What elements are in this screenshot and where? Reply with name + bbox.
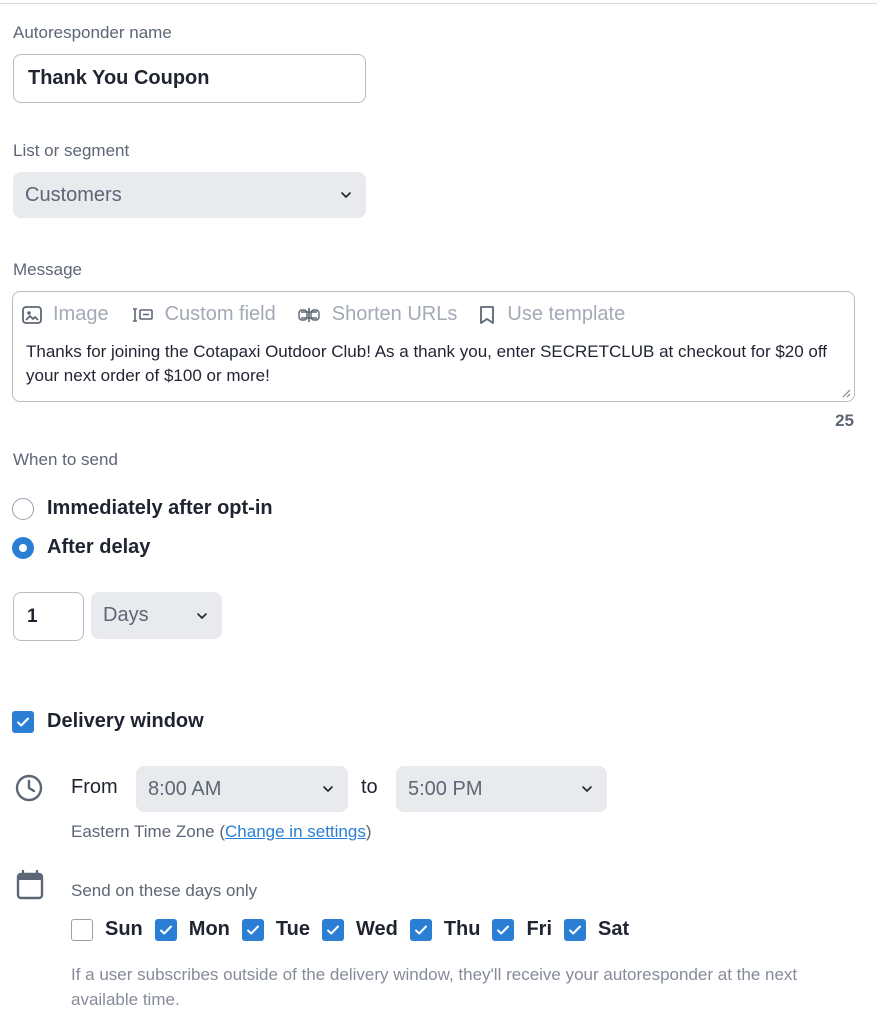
- check-icon: [17, 717, 29, 726]
- list-segment-value: Customers: [25, 183, 122, 206]
- timezone-suffix: ): [365, 822, 372, 841]
- character-count: 25: [835, 411, 854, 430]
- day-thu-label: Thu: [443, 918, 481, 940]
- use-template-button[interactable]: Use template: [477, 303, 625, 326]
- day-tue-label: Tue: [275, 918, 310, 940]
- delay-value: 1: [27, 605, 38, 627]
- radio-after-delay-label: After delay: [47, 536, 151, 558]
- delay-unit-value: Days: [103, 604, 149, 626]
- day-sun[interactable]: Sun: [71, 918, 143, 941]
- list-segment-select[interactable]: Customers: [13, 172, 366, 218]
- shorten-urls-button[interactable]: Shorten URLs: [296, 303, 458, 326]
- day-mon[interactable]: Mon: [154, 918, 230, 941]
- day-sun-label: Sun: [105, 918, 143, 940]
- day-mon-label: Mon: [188, 918, 230, 940]
- list-segment-label: List or segment: [13, 141, 130, 160]
- day-wed-label: Wed: [355, 918, 398, 940]
- message-toolbar: Image Custom field Shorten URLs Use temp…: [21, 303, 645, 326]
- top-divider: [0, 3, 877, 4]
- day-thu[interactable]: Thu: [409, 918, 481, 941]
- custom-field-button-label: Custom field: [164, 303, 276, 325]
- day-sat-checkbox[interactable]: [564, 918, 587, 941]
- change-in-settings-link[interactable]: Change in settings: [225, 822, 366, 841]
- day-fri[interactable]: Fri: [492, 918, 552, 941]
- chevron-down-icon: [582, 786, 592, 792]
- radio-immediately-label: Immediately after opt-in: [47, 497, 273, 519]
- delivery-window-footnote: If a user subscribes outside of the deli…: [71, 965, 798, 1009]
- delivery-window-checkbox[interactable]: [12, 710, 34, 733]
- radio-after-delay[interactable]: After delay: [12, 536, 150, 559]
- resize-handle-icon[interactable]: [841, 388, 851, 398]
- when-to-send-label: When to send: [13, 450, 118, 469]
- day-tue[interactable]: Tue: [241, 918, 310, 941]
- custom-field-icon: [132, 307, 153, 322]
- send-days-label: Send on these days only: [71, 881, 258, 900]
- day-thu-checkbox[interactable]: [409, 918, 432, 941]
- image-icon: [22, 305, 42, 324]
- radio-after-delay-indicator[interactable]: [12, 536, 34, 559]
- timezone-text: Eastern Time Zone (: [71, 822, 226, 841]
- radio-immediately[interactable]: Immediately after opt-in: [12, 497, 273, 520]
- message-label: Message: [13, 260, 82, 279]
- calendar-icon: [16, 870, 44, 900]
- image-button-label: Image: [53, 303, 109, 325]
- from-time-value: 8:00 AM: [148, 777, 222, 800]
- day-fri-checkbox[interactable]: [492, 918, 515, 941]
- day-sun-checkbox[interactable]: [71, 918, 93, 941]
- check-icon: [414, 925, 427, 934]
- delivery-window-checkbox-row[interactable]: Delivery window: [12, 710, 204, 733]
- custom-field-button[interactable]: Custom field: [129, 303, 276, 326]
- check-icon: [569, 925, 582, 934]
- day-sat-label: Sat: [598, 918, 630, 940]
- chevron-down-icon: [341, 192, 351, 198]
- day-tue-checkbox[interactable]: [241, 918, 264, 941]
- message-textarea[interactable]: Image Custom field Shorten URLs Use temp…: [12, 291, 855, 402]
- day-mon-checkbox[interactable]: [154, 918, 177, 941]
- clock-icon: [15, 774, 43, 802]
- timezone-note: Eastern Time Zone (Change in settings): [71, 822, 372, 842]
- day-wed-checkbox[interactable]: [321, 918, 344, 941]
- bookmark-icon: [480, 305, 495, 324]
- to-time-select[interactable]: 5:00 PM: [396, 766, 607, 812]
- check-icon: [326, 925, 339, 934]
- from-label: From: [71, 776, 118, 798]
- check-icon: [246, 925, 259, 934]
- message-text: Thanks for joining the Cotapaxi Outdoor …: [26, 342, 828, 385]
- delay-value-input[interactable]: 1: [13, 592, 84, 641]
- delay-unit-select[interactable]: Days: [91, 592, 222, 639]
- check-icon: [159, 925, 172, 934]
- to-label: to: [361, 776, 378, 798]
- shorten-urls-button-label: Shorten URLs: [331, 303, 458, 325]
- autoresponder-name-value: Thank You Coupon: [28, 67, 210, 89]
- from-time-select[interactable]: 8:00 AM: [136, 766, 348, 812]
- day-fri-label: Fri: [526, 918, 553, 940]
- days-checkbox-group: Sun Mon Tue Wed Thu Fri Sat: [71, 918, 641, 941]
- check-icon: [497, 925, 510, 934]
- chevron-down-icon: [197, 612, 207, 619]
- autoresponder-name-input[interactable]: Thank You Coupon: [13, 54, 366, 103]
- image-button[interactable]: Image: [21, 303, 109, 326]
- use-template-button-label: Use template: [507, 303, 626, 325]
- to-time-value: 5:00 PM: [408, 777, 483, 800]
- radio-immediately-indicator[interactable]: [12, 497, 34, 520]
- day-sat[interactable]: Sat: [564, 918, 629, 941]
- delivery-window-label: Delivery window: [47, 710, 204, 732]
- day-wed[interactable]: Wed: [321, 918, 398, 941]
- link-icon: [298, 307, 320, 322]
- autoresponder-name-label: Autoresponder name: [13, 23, 172, 42]
- chevron-down-icon: [323, 786, 333, 792]
